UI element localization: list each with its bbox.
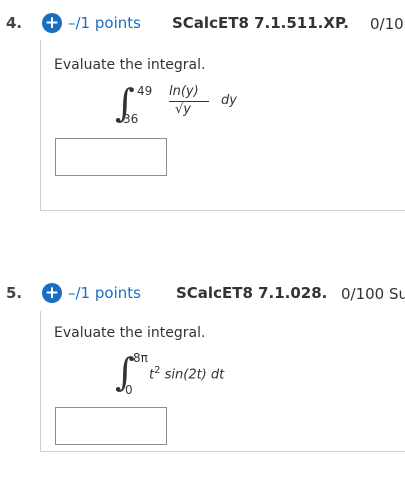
lower-limit: 36	[123, 112, 139, 126]
question-code: SCalcET8 7.1.028.	[176, 284, 328, 302]
score-label: 0/10	[370, 15, 404, 33]
points-label: –/1 points	[68, 284, 141, 302]
question-number: 5.	[6, 284, 23, 302]
integral-expression: ∫ 8π 0 t2 sin(2t) dt	[115, 351, 265, 397]
question-header-4: 4. + –/1 points SCalcET8 7.1.511.XP. 0/1…	[0, 8, 405, 38]
plus-icon[interactable]: +	[42, 283, 62, 303]
answer-input[interactable]	[55, 407, 167, 445]
question-code: SCalcET8 7.1.511.XP.	[172, 14, 349, 32]
question-number: 4.	[6, 14, 23, 32]
question-panel-5: Evaluate the integral. ∫ 8π 0 t2 sin(2t)…	[40, 311, 405, 452]
upper-limit: 8π	[133, 351, 148, 365]
upper-limit: 49	[137, 84, 153, 98]
lower-limit: 0	[125, 383, 133, 397]
fraction: ln(y) √y	[169, 84, 213, 118]
question-prompt: Evaluate the integral.	[54, 57, 206, 73]
denominator: √y	[175, 102, 191, 117]
score-label: 0/100 Su	[341, 285, 405, 303]
integrand-rest: sin(2t) dt	[160, 367, 225, 383]
question-prompt: Evaluate the integral.	[54, 325, 206, 341]
integrand: t2 sin(2t) dt	[149, 365, 224, 382]
answer-input[interactable]	[55, 138, 167, 176]
points-label: –/1 points	[68, 14, 141, 32]
question-header-5: 5. + –/1 points SCalcET8 7.1.028. 0/100 …	[0, 278, 405, 308]
differential: dy	[221, 93, 237, 108]
integral-expression: ∫ 49 36 ln(y) √y dy	[115, 84, 237, 126]
question-panel-4: Evaluate the integral. ∫ 49 36 ln(y) √y …	[40, 40, 405, 211]
plus-icon[interactable]: +	[42, 13, 62, 33]
numerator: ln(y)	[169, 84, 199, 99]
